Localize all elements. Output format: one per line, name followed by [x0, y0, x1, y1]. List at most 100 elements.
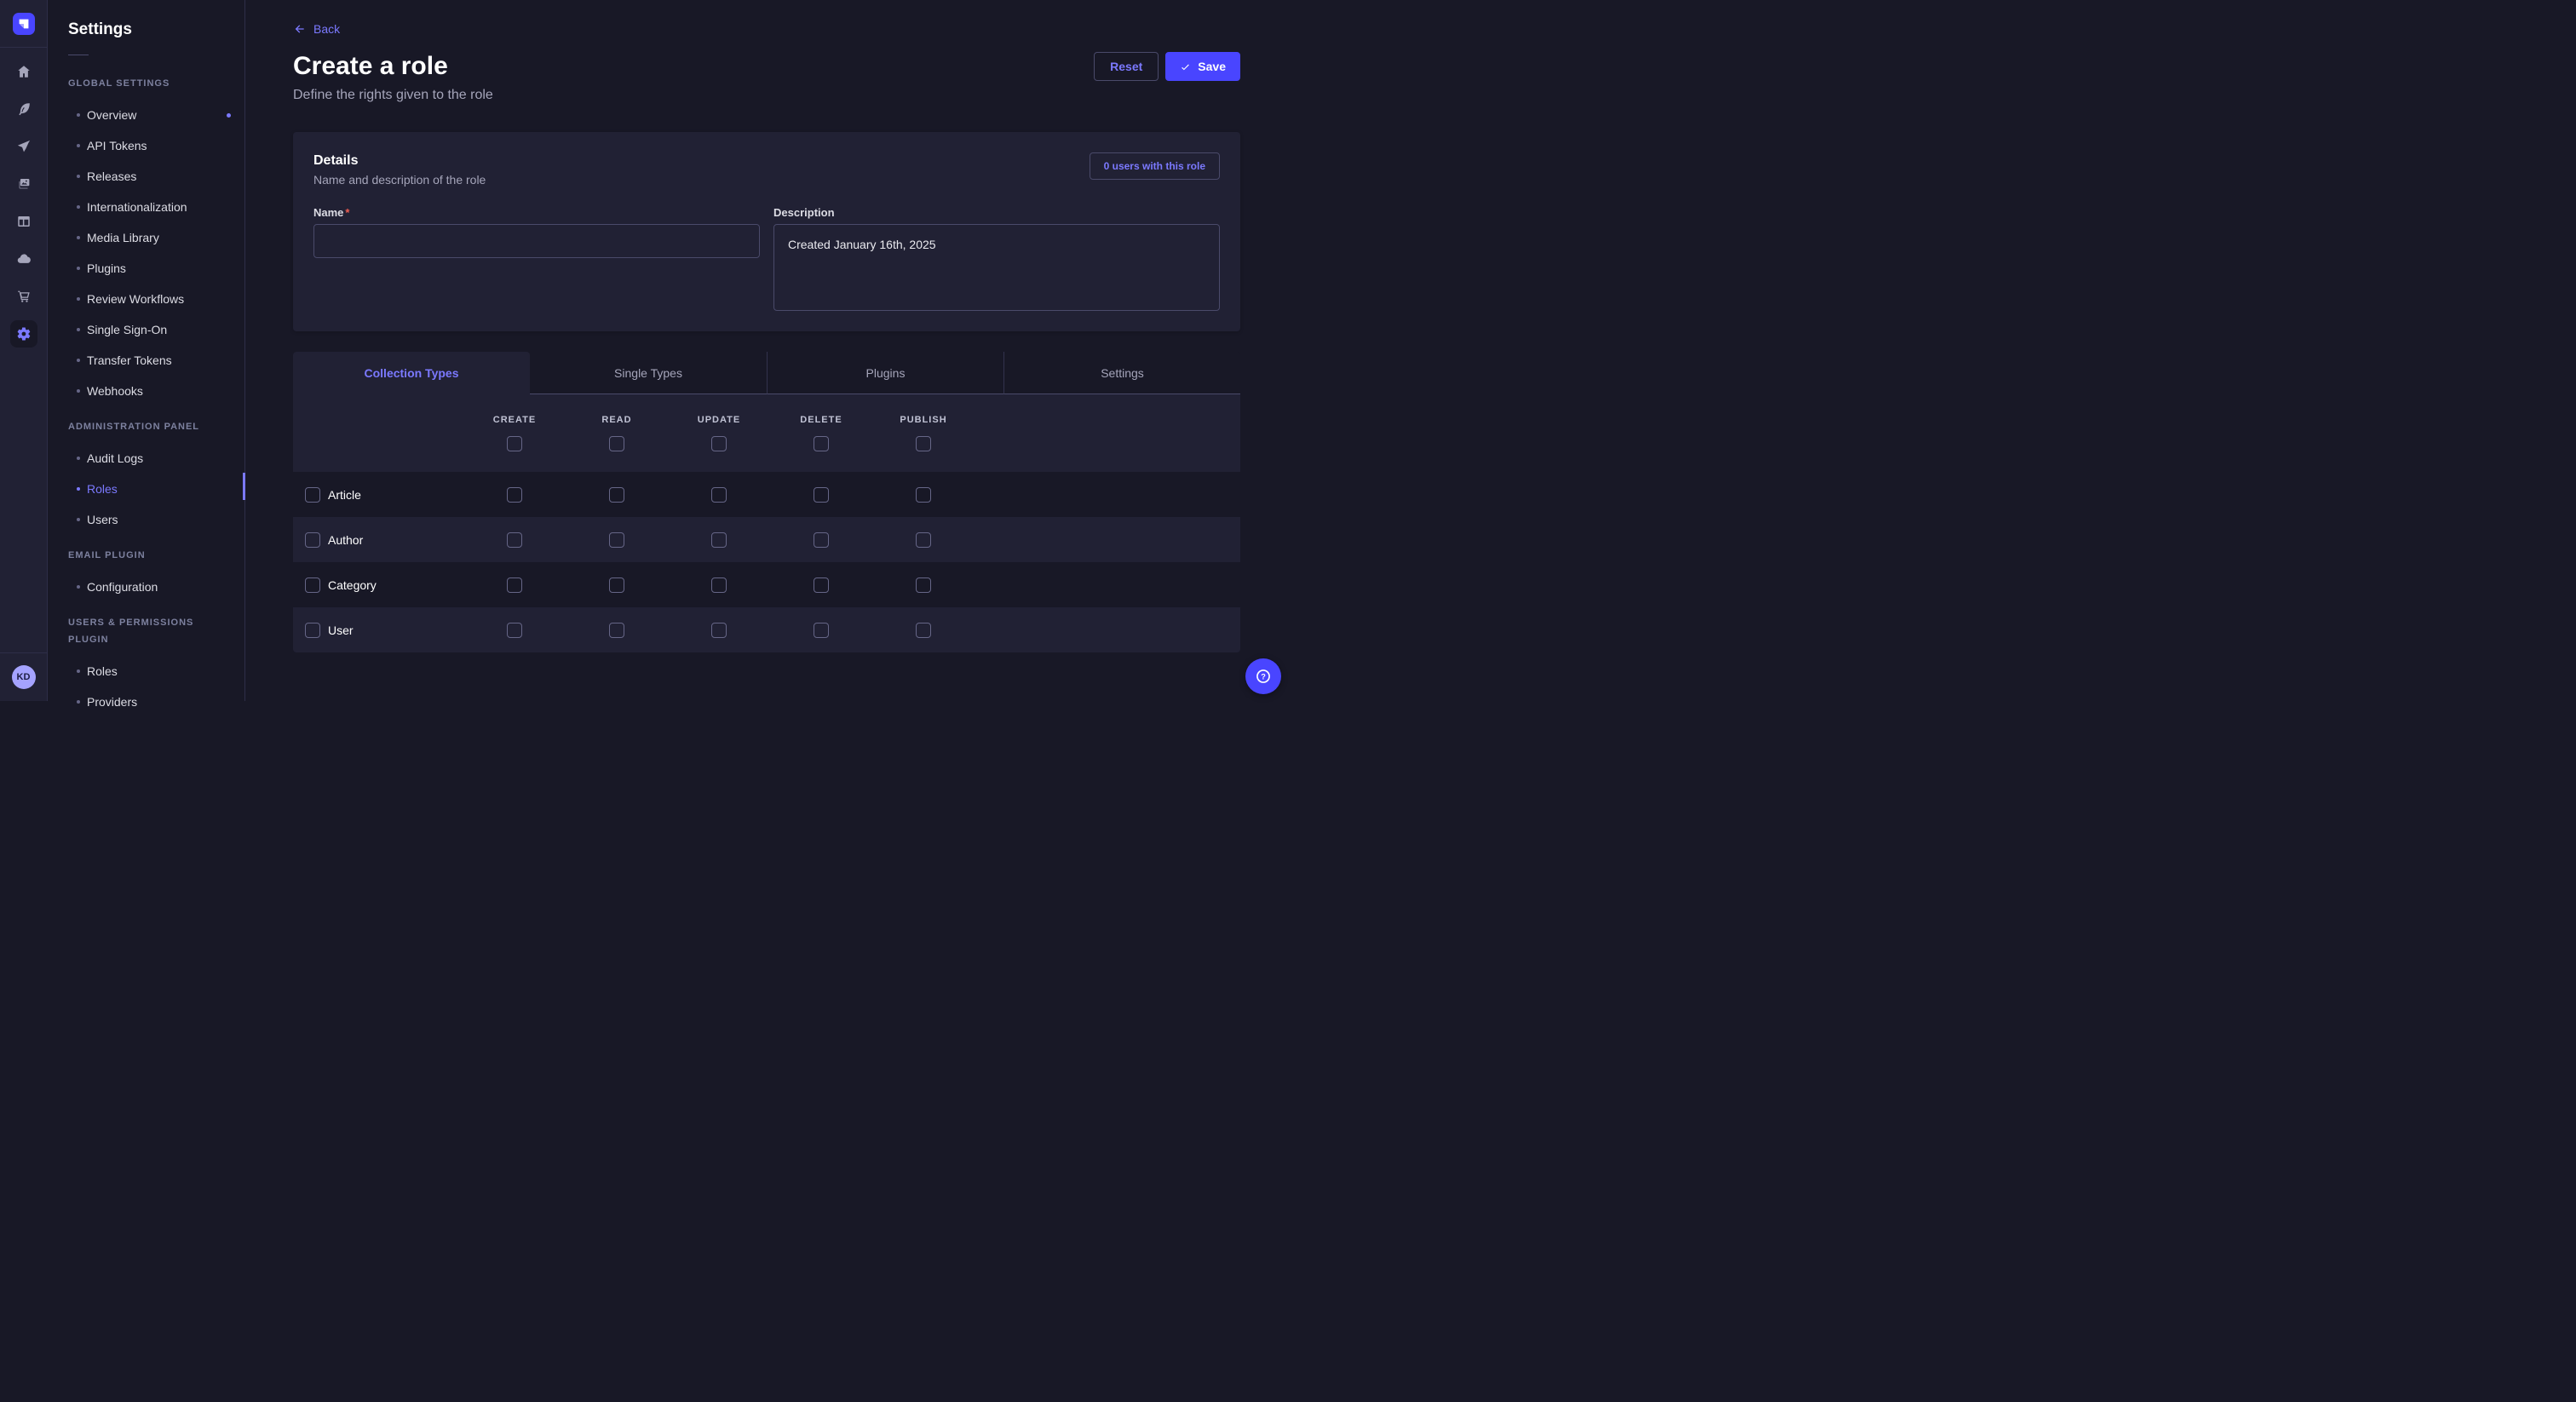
- sidebar-item-releases[interactable]: Releases: [48, 161, 244, 192]
- perm-cell: [668, 517, 770, 562]
- sidebar-item-configuration[interactable]: Configuration: [48, 572, 244, 602]
- sidebar-item-label: API Tokens: [87, 139, 147, 152]
- category-update-checkbox[interactable]: [711, 577, 727, 593]
- tab-settings[interactable]: Settings: [1003, 352, 1240, 394]
- create-select-all-checkbox[interactable]: [507, 436, 522, 451]
- help-button[interactable]: ?: [1245, 658, 1281, 694]
- sidebar-item-media-library[interactable]: Media Library: [48, 222, 244, 253]
- article-publish-checkbox[interactable]: [916, 487, 931, 503]
- perm-cell: [872, 472, 975, 517]
- user-select-row-checkbox[interactable]: [305, 623, 320, 638]
- article-create-checkbox[interactable]: [507, 487, 522, 503]
- category-select-row-checkbox[interactable]: [305, 577, 320, 593]
- sidebar-item-providers[interactable]: Providers: [48, 687, 244, 717]
- sidebar-item-webhooks[interactable]: Webhooks: [48, 376, 244, 406]
- permissions-card: Collection TypesSingle TypesPluginsSetti…: [293, 352, 1240, 652]
- send-icon[interactable]: [10, 133, 37, 160]
- author-delete-checkbox[interactable]: [814, 532, 829, 548]
- role-name-input[interactable]: [313, 224, 760, 258]
- author-read-checkbox[interactable]: [609, 532, 624, 548]
- sidebar-item-plugins[interactable]: Plugins: [48, 253, 244, 284]
- perm-column-label: CREATE: [493, 415, 536, 425]
- article-delete-checkbox[interactable]: [814, 487, 829, 503]
- article-read-checkbox[interactable]: [609, 487, 624, 503]
- sidebar-item-label: Roles: [87, 664, 118, 678]
- perm-column-delete: DELETE: [770, 394, 872, 472]
- tab-single-types[interactable]: Single Types: [530, 352, 767, 394]
- bullet-icon: [77, 669, 80, 673]
- layout-icon[interactable]: [10, 208, 37, 235]
- save-button[interactable]: Save: [1165, 52, 1240, 81]
- home-icon[interactable]: [10, 58, 37, 85]
- sidebar-item-review-workflows[interactable]: Review Workflows: [48, 284, 244, 314]
- update-select-all-checkbox[interactable]: [711, 436, 727, 451]
- perm-cell: [463, 517, 566, 562]
- sidebar-item-roles[interactable]: Roles: [48, 474, 244, 504]
- user-read-checkbox[interactable]: [609, 623, 624, 638]
- sidebar-item-single-sign-on[interactable]: Single Sign-On: [48, 314, 244, 345]
- author-select-row-checkbox[interactable]: [305, 532, 320, 548]
- sidebar-item-audit-logs[interactable]: Audit Logs: [48, 443, 244, 474]
- perm-column-create: CREATE: [463, 394, 566, 472]
- bullet-icon: [77, 113, 80, 117]
- main-content: Back Create a role Reset Save Define the…: [245, 0, 1288, 701]
- user-publish-checkbox[interactable]: [916, 623, 931, 638]
- perm-cell: [463, 607, 566, 652]
- perm-cell: [566, 562, 668, 607]
- author-update-checkbox[interactable]: [711, 532, 727, 548]
- sidebar-item-label: Configuration: [87, 580, 158, 594]
- users-with-role-button[interactable]: 0 users with this role: [1090, 152, 1220, 180]
- bullet-icon: [77, 700, 80, 704]
- permissions-table-body: ArticleAuthorCategoryUser: [293, 472, 1240, 652]
- avatar[interactable]: KD: [12, 665, 36, 689]
- bullet-icon: [77, 359, 80, 362]
- subnav-section-header: ADMINISTRATION PANEL: [48, 418, 244, 435]
- content-type-name: Author: [328, 533, 363, 547]
- sidebar-item-internationalization[interactable]: Internationalization: [48, 192, 244, 222]
- user-create-checkbox[interactable]: [507, 623, 522, 638]
- sidebar-item-roles[interactable]: Roles: [48, 656, 244, 687]
- author-publish-checkbox[interactable]: [916, 532, 931, 548]
- tab-collection-types[interactable]: Collection Types: [293, 352, 530, 394]
- back-link[interactable]: Back: [293, 22, 340, 36]
- perm-cell: [566, 472, 668, 517]
- sidebar-item-overview[interactable]: Overview: [48, 100, 244, 130]
- article-select-row-checkbox[interactable]: [305, 487, 320, 503]
- settings-gear-icon[interactable]: [10, 320, 37, 348]
- article-update-checkbox[interactable]: [711, 487, 727, 503]
- tab-plugins[interactable]: Plugins: [767, 352, 1003, 394]
- author-create-checkbox[interactable]: [507, 532, 522, 548]
- row-label-cell: Article: [293, 487, 463, 503]
- sidebar-item-transfer-tokens[interactable]: Transfer Tokens: [48, 345, 244, 376]
- category-publish-checkbox[interactable]: [916, 577, 931, 593]
- category-create-checkbox[interactable]: [507, 577, 522, 593]
- category-delete-checkbox[interactable]: [814, 577, 829, 593]
- back-label: Back: [313, 22, 340, 36]
- details-subtitle: Name and description of the role: [313, 173, 486, 187]
- cart-icon[interactable]: [10, 283, 37, 310]
- subnav-scroll-indicator[interactable]: [243, 473, 245, 500]
- user-update-checkbox[interactable]: [711, 623, 727, 638]
- sidebar-item-label: Media Library: [87, 231, 159, 244]
- cloud-icon[interactable]: [10, 245, 37, 273]
- perm-cell: [566, 517, 668, 562]
- category-read-checkbox[interactable]: [609, 577, 624, 593]
- reset-button[interactable]: Reset: [1094, 52, 1159, 81]
- bullet-icon: [77, 585, 80, 589]
- details-card-head: Details Name and description of the role…: [313, 152, 1220, 187]
- bullet-icon: [77, 457, 80, 460]
- sidebar-item-api-tokens[interactable]: API Tokens: [48, 130, 244, 161]
- media-library-icon[interactable]: [10, 170, 37, 198]
- user-delete-checkbox[interactable]: [814, 623, 829, 638]
- sidebar-item-users[interactable]: Users: [48, 504, 244, 535]
- back-arrow-icon: [293, 22, 307, 36]
- perm-cell: [872, 607, 975, 652]
- read-select-all-checkbox[interactable]: [609, 436, 624, 451]
- role-description-textarea[interactable]: Created January 16th, 2025: [773, 224, 1220, 311]
- feather-icon[interactable]: [10, 95, 37, 123]
- strapi-logo[interactable]: [13, 13, 35, 35]
- publish-select-all-checkbox[interactable]: [916, 436, 931, 451]
- sidebar-item-label: Roles: [87, 482, 118, 496]
- bullet-icon: [77, 175, 80, 178]
- delete-select-all-checkbox[interactable]: [814, 436, 829, 451]
